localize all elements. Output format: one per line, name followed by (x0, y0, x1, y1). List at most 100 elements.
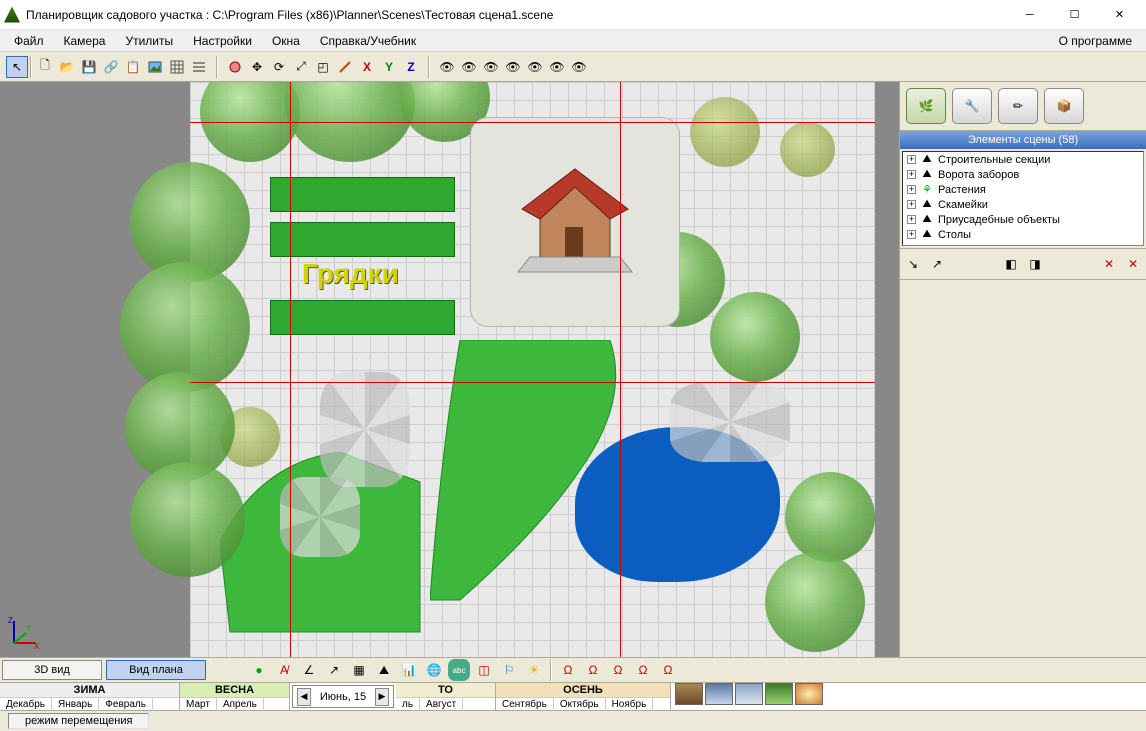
vt-abc-icon[interactable]: abc (448, 659, 470, 681)
month-mar[interactable]: Март (180, 698, 217, 711)
month-sep[interactable]: Сентябрь (496, 698, 554, 711)
tree[interactable] (710, 292, 800, 382)
axis-x-icon[interactable]: X (356, 56, 378, 78)
select-rect-icon[interactable]: ◰ (312, 56, 334, 78)
garden-bed[interactable] (270, 222, 455, 257)
link-icon[interactable]: 🔗 (100, 56, 122, 78)
month-feb[interactable]: Февраль (99, 698, 153, 711)
garden-bed[interactable] (270, 177, 455, 212)
view-tool-3-icon[interactable]: 👁 (480, 56, 502, 78)
date-prev-icon[interactable]: ◀ (297, 688, 311, 706)
picture-icon[interactable] (144, 56, 166, 78)
view-tool-7-icon[interactable]: 👁 (568, 56, 590, 78)
rock-path[interactable] (670, 382, 790, 462)
vt-angle-icon[interactable]: ∠ (298, 659, 320, 681)
bush[interactable] (690, 97, 760, 167)
date-picker[interactable]: ◀ Июнь, 15 ▶ (292, 685, 394, 708)
new-file-icon[interactable]: 🗋 (34, 56, 56, 78)
menu-camera[interactable]: Камера (54, 32, 116, 50)
axis-z-icon[interactable]: Z (400, 56, 422, 78)
month-jul[interactable]: ль (396, 698, 420, 711)
vt-crop-icon[interactable]: ◫ (473, 659, 495, 681)
mini-tool-4-icon[interactable]: ◨ (1024, 253, 1046, 275)
sidetab-tools-icon[interactable]: 🔧 (952, 88, 992, 124)
view-tool-2-icon[interactable]: 👁 (458, 56, 480, 78)
bush[interactable] (780, 122, 835, 177)
garden-bed[interactable] (270, 300, 455, 335)
house-preview-icon[interactable] (470, 117, 680, 327)
pointer-tool-icon[interactable]: ↖ (6, 56, 28, 78)
view-tool-1-icon[interactable]: 👁 (436, 56, 458, 78)
save-file-icon[interactable]: 💾 (78, 56, 100, 78)
thumb-3[interactable] (735, 683, 763, 705)
tree-item-fence-gates[interactable]: +⛰Ворота заборов (903, 167, 1143, 182)
menu-about[interactable]: О программе (1049, 32, 1142, 50)
vt-circle-icon[interactable]: ● (248, 659, 270, 681)
tree-item-benches[interactable]: +⛰Скамейки (903, 197, 1143, 212)
month-jan[interactable]: Январь (52, 698, 99, 711)
menu-windows[interactable]: Окна (262, 32, 310, 50)
sidetab-shapes-icon[interactable]: ✏ (998, 88, 1038, 124)
tree-item-plants[interactable]: +⚘Растения (903, 182, 1143, 197)
month-oct[interactable]: Октябрь (554, 698, 606, 711)
rotate-tool-icon[interactable]: ⟳ (268, 56, 290, 78)
view-tool-6-icon[interactable]: 👁 (546, 56, 568, 78)
open-file-icon[interactable]: 📂 (56, 56, 78, 78)
thumb-4[interactable] (765, 683, 793, 705)
magnet-5-icon[interactable]: Ω (657, 659, 679, 681)
thumb-1[interactable] (675, 683, 703, 705)
tab-plan-view[interactable]: Вид плана (106, 660, 206, 680)
month-apr[interactable]: Апрель (217, 698, 264, 711)
tree-item-yard-objects[interactable]: +⛰Приусадебные объекты (903, 212, 1143, 227)
vt-sun-icon[interactable]: ☀ (523, 659, 545, 681)
month-dec[interactable]: Декабрь (0, 698, 52, 711)
rock-path[interactable] (320, 372, 410, 487)
sidetab-objects-icon[interactable]: 📦 (1044, 88, 1084, 124)
list-icon[interactable] (188, 56, 210, 78)
vt-peak-icon[interactable]: ⛰ (373, 659, 395, 681)
tree[interactable] (785, 472, 875, 562)
close-button[interactable]: ✕ (1097, 1, 1142, 29)
measure-icon[interactable] (334, 56, 356, 78)
sidetab-plants-icon[interactable]: 🌿 (906, 88, 946, 124)
date-next-icon[interactable]: ▶ (375, 688, 389, 706)
tree[interactable] (765, 552, 865, 652)
vt-chart-icon[interactable]: 📊 (398, 659, 420, 681)
magnet-4-icon[interactable]: Ω (632, 659, 654, 681)
magnet-3-icon[interactable]: Ω (607, 659, 629, 681)
thumb-5[interactable] (795, 683, 823, 705)
mini-delete2-icon[interactable]: ✕ (1122, 253, 1144, 275)
maximize-button[interactable]: ☐ (1052, 1, 1097, 29)
mini-tool-2-icon[interactable]: ↗ (926, 253, 948, 275)
mini-delete-icon[interactable]: ✕ (1098, 253, 1120, 275)
tree-item-building-sections[interactable]: +⛰Строительные секции (903, 152, 1143, 167)
magnet-1-icon[interactable]: Ω (557, 659, 579, 681)
scale-tool-icon[interactable]: ⤢ (290, 56, 312, 78)
minimize-button[interactable]: ─ (1007, 1, 1052, 29)
view-tool-5-icon[interactable]: 👁 (524, 56, 546, 78)
copy-icon[interactable]: 📋 (122, 56, 144, 78)
vt-globe-icon[interactable]: 🌐 (423, 659, 445, 681)
vt-flag-icon[interactable]: ⚐ (498, 659, 520, 681)
thumb-2[interactable] (705, 683, 733, 705)
menu-help[interactable]: Справка/Учебник (310, 32, 426, 50)
rock-path[interactable] (280, 477, 360, 557)
object-icon[interactable] (224, 56, 246, 78)
view-tool-4-icon[interactable]: 👁 (502, 56, 524, 78)
axis-y-icon[interactable]: Y (378, 56, 400, 78)
canvas[interactable]: Грядки (0, 82, 899, 657)
month-aug[interactable]: Август (420, 698, 463, 711)
tree[interactable] (130, 462, 245, 577)
menu-file[interactable]: Файл (4, 32, 54, 50)
mini-tool-3-icon[interactable]: ◧ (1000, 253, 1022, 275)
mini-tool-1-icon[interactable]: ↘ (902, 253, 924, 275)
scene-tree[interactable]: +⛰Строительные секции +⛰Ворота заборов +… (902, 151, 1144, 246)
move-tool-icon[interactable]: ✥ (246, 56, 268, 78)
vt-grid-icon[interactable]: ▦ (348, 659, 370, 681)
vt-text-icon[interactable]: A̸ (273, 659, 295, 681)
tree-item-tables[interactable]: +⛰Столы (903, 227, 1143, 242)
magnet-2-icon[interactable]: Ω (582, 659, 604, 681)
tab-3d-view[interactable]: 3D вид (2, 660, 102, 680)
vt-line-icon[interactable]: ↗ (323, 659, 345, 681)
month-nov[interactable]: Ноябрь (606, 698, 654, 711)
